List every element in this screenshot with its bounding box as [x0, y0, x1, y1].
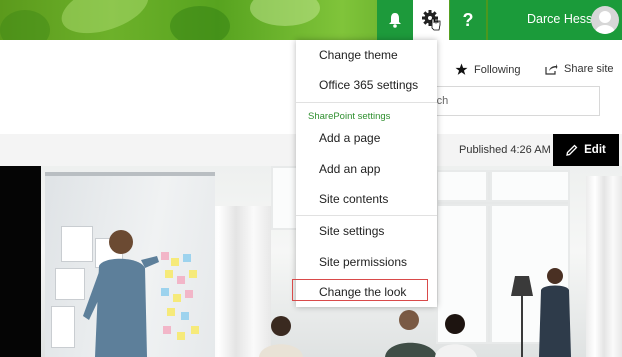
sticky-note — [177, 332, 185, 340]
user-icon — [591, 6, 619, 34]
seated-person-figure — [259, 316, 303, 357]
settings-menu: Change theme Office 365 settings SharePo… — [296, 40, 437, 307]
sticky-note — [161, 288, 169, 296]
help-button[interactable]: ? — [450, 0, 486, 40]
user-name: Darce Hess — [527, 12, 593, 26]
sticky-note — [171, 258, 179, 266]
floor-lamp-graphic — [511, 276, 533, 357]
hero-image-border — [0, 166, 41, 357]
menu-section-title: SharePoint settings — [308, 111, 391, 122]
notifications-button[interactable] — [377, 0, 413, 40]
sticky-note — [177, 276, 185, 284]
theme-leaf-decoration — [250, 0, 320, 26]
sticky-note — [167, 308, 175, 316]
sticky-note — [181, 312, 189, 320]
bell-icon — [389, 13, 401, 28]
window-graphic — [486, 170, 492, 344]
suite-bar: ? Darce Hess — [0, 0, 622, 40]
star-icon — [455, 63, 468, 75]
following-button[interactable]: Following — [455, 63, 520, 76]
hand-cursor-icon — [431, 18, 441, 31]
gear-icon — [422, 10, 441, 31]
sticky-note — [189, 270, 197, 278]
seated-person-figure — [435, 314, 477, 357]
pencil-icon — [566, 144, 578, 156]
sticky-note — [173, 294, 181, 302]
menu-item-add-an-app[interactable]: Add an app — [319, 162, 380, 176]
published-status: Published 4:26 AM — [459, 144, 551, 156]
paper-graphic — [51, 306, 75, 348]
sticky-note — [161, 252, 169, 260]
share-icon — [545, 64, 558, 75]
window-graphic — [436, 200, 570, 206]
menu-item-add-a-page[interactable]: Add a page — [319, 131, 380, 145]
settings-button[interactable] — [413, 0, 449, 40]
question-icon: ? — [462, 9, 474, 30]
sticky-note — [165, 270, 173, 278]
menu-divider — [296, 102, 437, 103]
edit-label: Edit — [584, 144, 606, 156]
following-label: Following — [474, 63, 521, 76]
theme-leaf-decoration — [170, 6, 230, 40]
highlight-box — [292, 279, 428, 301]
menu-item-change-theme[interactable]: Change theme — [319, 48, 398, 62]
menu-item-site-contents[interactable]: Site contents — [319, 192, 388, 206]
menu-divider — [296, 215, 437, 216]
sticky-note — [183, 254, 191, 262]
user-account-button[interactable]: Darce Hess — [488, 0, 622, 40]
menu-item-office-365-settings[interactable]: Office 365 settings — [319, 78, 418, 92]
curtain-graphic — [586, 176, 622, 357]
edit-button[interactable]: Edit — [553, 134, 619, 166]
sticky-note — [191, 326, 199, 334]
whiteboard-graphic — [45, 172, 215, 176]
share-site-button[interactable]: Share site — [545, 63, 614, 75]
menu-item-site-permissions[interactable]: Site permissions — [319, 255, 407, 269]
theme-leaf-decoration — [55, 0, 155, 40]
presenter-figure — [83, 230, 159, 357]
share-site-label: Share site — [564, 63, 614, 75]
theme-leaf-decoration — [0, 10, 50, 40]
sticky-note — [185, 290, 193, 298]
sticky-note — [163, 326, 171, 334]
menu-item-site-settings[interactable]: Site settings — [319, 224, 384, 238]
